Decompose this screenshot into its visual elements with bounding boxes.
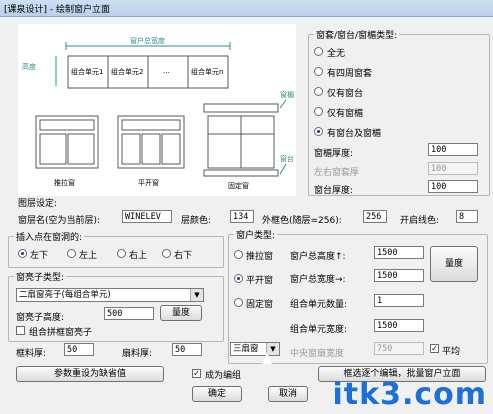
sill-thickness-label: 窗台厚度: xyxy=(314,186,354,196)
insert-lower-left-label: 左下 xyxy=(30,251,49,261)
preview-unit-n: 组合单元n xyxy=(191,68,224,76)
sash-type-legend: 窗亮子类型: xyxy=(14,270,67,283)
frame-thickness-label: 框料厚: xyxy=(16,349,47,359)
insert-point-legend: 插入点在窗洞的: xyxy=(14,230,85,243)
group-label: 成为编组 xyxy=(205,371,242,381)
window-preview: 窗户总宽度 高度 组合单元1 组合单元2 ... 组合单元n 窗楣 窗台 推拉窗… xyxy=(18,24,296,196)
window-title: [课泉设计] - 绘制窗户立面 xyxy=(4,5,110,15)
preview-canopy-label: 窗楣 xyxy=(280,91,294,99)
insert-upper-left[interactable] xyxy=(67,249,76,258)
window-type-legend: 窗户类型: xyxy=(234,228,278,241)
frame-thickness-input[interactable]: 50 xyxy=(64,343,94,356)
window-type-sliding-label: 推拉窗 xyxy=(246,252,274,262)
frame-color-label: 外框色(随层=256): xyxy=(262,216,342,226)
window-type-casement[interactable] xyxy=(234,274,243,283)
sash-thickness-label: 扇料厚: xyxy=(122,349,153,359)
caption-casement: 平开窗 xyxy=(138,179,159,187)
chevron-down-icon: ▼ xyxy=(190,289,203,301)
watermark-logo: itk3.com xyxy=(332,377,487,412)
window-type-fixed[interactable] xyxy=(234,298,243,307)
preview-unit-1: 组合单元1 xyxy=(71,68,104,76)
frame-option-none[interactable] xyxy=(314,47,323,56)
caption-sliding: 推拉窗 xyxy=(54,179,75,187)
sash-height-input[interactable]: 500 xyxy=(104,307,154,320)
leaf-count-select[interactable]: 三扇窗 ▼ xyxy=(230,342,280,356)
layer-color-label: 层颜色: xyxy=(181,216,212,226)
preview-width-label: 窗户总宽度 xyxy=(130,37,165,45)
total-width-label: 窗户总宽度→: xyxy=(290,275,346,285)
frame-option-canopy[interactable] xyxy=(314,107,323,116)
sash-type-select[interactable]: 二扇窗亮子(每组合单元) ▼ xyxy=(16,288,204,302)
total-height-input[interactable]: 1500 xyxy=(374,246,424,259)
ok-button[interactable]: 确定 xyxy=(192,386,242,402)
caption-fixed: 固定窗 xyxy=(228,182,249,190)
title-bar: [课泉设计] - 绘制窗户立面 xyxy=(0,0,493,17)
window-type-sliding[interactable] xyxy=(234,250,243,259)
frame-option-sill-canopy-label: 有窗台及窗楣 xyxy=(327,129,382,139)
insert-lower-right[interactable] xyxy=(162,249,171,258)
mullion-width-label: 中央窗扇宽度 xyxy=(290,349,345,359)
total-height-label: 窗户总高度↑: xyxy=(290,252,346,262)
combine-sash-checkbox[interactable] xyxy=(16,326,25,335)
insert-lower-right-label: 右下 xyxy=(174,251,193,261)
preview-height-label: 高度 xyxy=(22,63,36,71)
layer-name-label: 窗层名(空为当前层): xyxy=(18,216,101,226)
layer-name-input[interactable]: WINELEV xyxy=(122,210,172,223)
unit-width-input[interactable]: 1500 xyxy=(374,319,424,332)
sash-type-select-value: 二扇窗亮子(每组合单元) xyxy=(19,290,111,300)
layer-section-label: 图层设定: xyxy=(18,199,58,209)
frame-option-surround-label: 有四周窗套 xyxy=(327,69,373,79)
average-label: 平均 xyxy=(442,347,461,357)
frame-option-sill[interactable] xyxy=(314,87,323,96)
unit-count-input[interactable]: 1 xyxy=(374,294,424,307)
window-type-fixed-label: 固定窗 xyxy=(246,300,274,310)
unit-width-label: 组合单元宽度: xyxy=(290,325,348,335)
side-thickness-input[interactable]: 100 xyxy=(428,162,478,175)
canopy-thickness-label: 窗楣厚度: xyxy=(314,149,354,159)
window-type-casement-label: 平开窗 xyxy=(246,276,274,286)
window-measure-button[interactable]: 量度 xyxy=(430,246,478,282)
preview-sill-label: 窗台 xyxy=(280,155,294,163)
open-line-color-input[interactable]: 8 xyxy=(456,210,478,223)
canopy-thickness-input[interactable]: 100 xyxy=(428,143,478,156)
reset-defaults-button[interactable]: 参数重设为缺省值 xyxy=(16,366,164,382)
unit-count-label: 组合单元数量: xyxy=(290,300,348,310)
sash-measure-button[interactable]: 量度 xyxy=(160,305,202,321)
insert-lower-left[interactable] xyxy=(18,249,27,258)
insert-upper-left-label: 左上 xyxy=(79,251,98,261)
frame-option-surround[interactable] xyxy=(314,67,323,76)
frame-option-none-label: 全无 xyxy=(327,49,346,59)
mullion-width-input[interactable]: 750 xyxy=(374,342,424,355)
frame-option-canopy-label: 仅有窗楣 xyxy=(327,109,364,119)
average-checkbox[interactable]: ✓ xyxy=(430,344,439,353)
cancel-button[interactable]: 取消 xyxy=(268,386,308,402)
frame-option-sill-label: 仅有窗台 xyxy=(327,89,364,99)
total-width-input[interactable]: 1500 xyxy=(374,269,424,282)
layer-color-input[interactable]: 134 xyxy=(230,210,254,223)
window-preview-drawing xyxy=(35,42,287,177)
open-line-color-label: 开启线色: xyxy=(400,216,440,226)
insert-upper-right[interactable] xyxy=(117,249,126,258)
sash-thickness-input[interactable]: 50 xyxy=(172,343,202,356)
group-checkbox[interactable]: ✓ xyxy=(192,369,201,378)
insert-upper-right-label: 右上 xyxy=(129,251,148,261)
sash-height-label: 窗亮子高度: xyxy=(16,313,65,323)
side-thickness-label: 左右窗套厚 xyxy=(314,168,360,178)
preview-unit-2: 组合单元2 xyxy=(111,68,144,76)
frame-type-legend: 窗套/窗台/窗楣类型: xyxy=(314,28,400,41)
leaf-count-select-value: 三扇窗 xyxy=(233,344,259,354)
sill-thickness-input[interactable]: 100 xyxy=(428,180,478,193)
frame-option-sill-canopy[interactable] xyxy=(314,127,323,136)
mouse-cursor-icon xyxy=(262,352,272,364)
combine-sash-label: 组合拼框窗亮子 xyxy=(29,328,93,338)
frame-color-input[interactable]: 256 xyxy=(363,210,387,223)
preview-unit-ellipsis: ... xyxy=(163,67,170,75)
